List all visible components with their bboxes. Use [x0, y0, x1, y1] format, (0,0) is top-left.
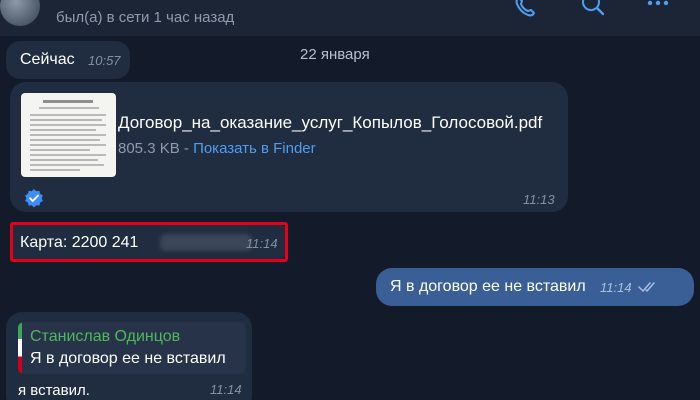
- pdf-thumbnail[interactable]: [21, 93, 116, 177]
- date-separator: 22 января: [300, 46, 370, 63]
- quote-bar: [18, 322, 22, 374]
- reply-message-bubble[interactable]: Станислав Одинцов Я в договор ее не вста…: [6, 312, 252, 400]
- message-bubble[interactable]: Карта: 2200 241 11:14: [10, 222, 288, 262]
- quote-text: Я в договор ее не вставил: [30, 350, 226, 367]
- file-size: 805.3 KB: [118, 140, 180, 157]
- verified-check-icon: [24, 188, 44, 208]
- message-text: Я в договор ее не вставил: [390, 278, 586, 295]
- chat-header: был(а) в сети 1 час назад: [0, 0, 700, 36]
- online-status: был(а) в сети 1 час назад: [56, 9, 235, 26]
- message-time: 10:57: [88, 53, 121, 68]
- more-icon[interactable]: [644, 0, 672, 20]
- avatar[interactable]: [0, 0, 40, 26]
- message-time: 11:13: [523, 192, 555, 207]
- message-time: 11:14: [600, 280, 632, 295]
- chat-window: был(а) в сети 1 час назад Сейчас 10:57 2…: [0, 0, 700, 400]
- call-icon[interactable]: [512, 0, 540, 20]
- quote-author: Станислав Одинцов: [30, 328, 181, 345]
- message-text: я вставил.: [18, 382, 90, 399]
- read-checkmarks-icon: [638, 280, 658, 294]
- outgoing-message-bubble[interactable]: Я в договор ее не вставил 11:14: [376, 268, 694, 306]
- show-in-finder-link[interactable]: Показать в Finder: [193, 140, 316, 157]
- quoted-message[interactable]: Станислав Одинцов Я в договор ее не вста…: [18, 322, 246, 374]
- redacted-card-number: [160, 234, 252, 251]
- message-time: 11:14: [210, 382, 242, 397]
- message-text: Карта: 2200 241: [20, 234, 139, 251]
- message-text: Сейчас: [20, 51, 75, 68]
- file-message-bubble[interactable]: Договор_на_оказание_услуг_Копылов_Голосо…: [10, 82, 568, 212]
- file-name[interactable]: Договор_на_оказание_услуг_Копылов_Голосо…: [118, 113, 542, 133]
- file-meta: 805.3 KB - Показать в Finder: [118, 140, 316, 157]
- message-bubble[interactable]: Сейчас 10:57: [6, 41, 130, 79]
- message-time: 11:14: [246, 236, 278, 251]
- file-meta-separator: -: [179, 140, 194, 157]
- search-icon[interactable]: [580, 0, 608, 20]
